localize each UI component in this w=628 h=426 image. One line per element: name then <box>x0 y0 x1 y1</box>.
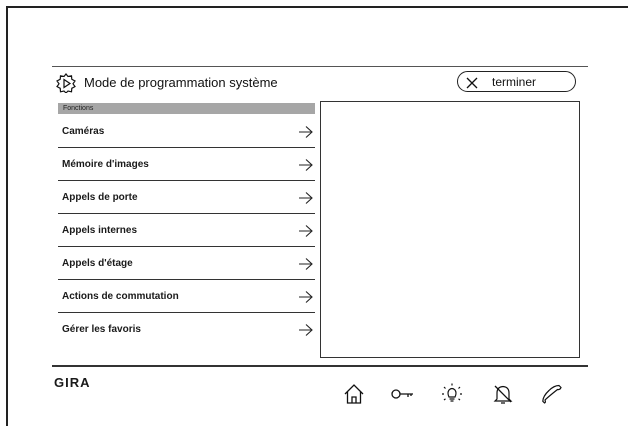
section-header: Fonctions <box>58 103 315 114</box>
arrow-right-icon <box>299 158 313 171</box>
menu-item-label: Appels internes <box>62 225 138 236</box>
finish-button[interactable]: terminer <box>457 71 576 92</box>
menu-item-label: Caméras <box>62 126 105 137</box>
bell-off-icon[interactable] <box>491 382 515 406</box>
menu-item-cameras[interactable]: Caméras <box>58 115 315 148</box>
arrow-right-icon <box>299 257 313 270</box>
gear-icon <box>56 73 76 94</box>
menu-item-label: Actions de commutation <box>62 291 179 302</box>
menu-item-label: Gérer les favoris <box>62 324 141 335</box>
menu-item-door-calls[interactable]: Appels de porte <box>58 181 315 214</box>
menu-item-internal-calls[interactable]: Appels internes <box>58 214 315 247</box>
device-frame-top <box>6 6 628 8</box>
menu-item-floor-calls[interactable]: Appels d'étage <box>58 247 315 280</box>
home-icon[interactable] <box>342 382 366 406</box>
key-icon[interactable] <box>390 382 414 406</box>
functions-menu: Caméras Mémoire d'images Appels de porte… <box>58 115 315 346</box>
section-header-label: Fonctions <box>63 105 94 112</box>
screen: Mode de programmation système terminer F… <box>52 66 588 367</box>
menu-item-label: Appels d'étage <box>62 258 133 269</box>
finish-button-label: terminer <box>492 75 537 89</box>
arrow-right-icon <box>299 323 313 336</box>
menu-item-label: Mémoire d'images <box>62 159 149 170</box>
menu-item-switching-actions[interactable]: Actions de commutation <box>58 280 315 313</box>
menu-item-label: Appels de porte <box>62 192 138 203</box>
detail-pane <box>320 101 580 358</box>
phone-icon[interactable] <box>540 382 564 406</box>
close-icon <box>466 76 478 89</box>
arrow-right-icon <box>299 125 313 138</box>
header: Mode de programmation système terminer <box>52 67 588 99</box>
light-icon[interactable] <box>440 382 464 406</box>
arrow-right-icon <box>299 290 313 303</box>
menu-item-image-memory[interactable]: Mémoire d'images <box>58 148 315 181</box>
page-title: Mode de programmation système <box>84 75 278 90</box>
device-frame-left <box>6 6 8 426</box>
menu-item-manage-favorites[interactable]: Gérer les favoris <box>58 313 315 346</box>
arrow-right-icon <box>299 191 313 204</box>
brand-logo: GIRA <box>54 375 91 390</box>
arrow-right-icon <box>299 224 313 237</box>
